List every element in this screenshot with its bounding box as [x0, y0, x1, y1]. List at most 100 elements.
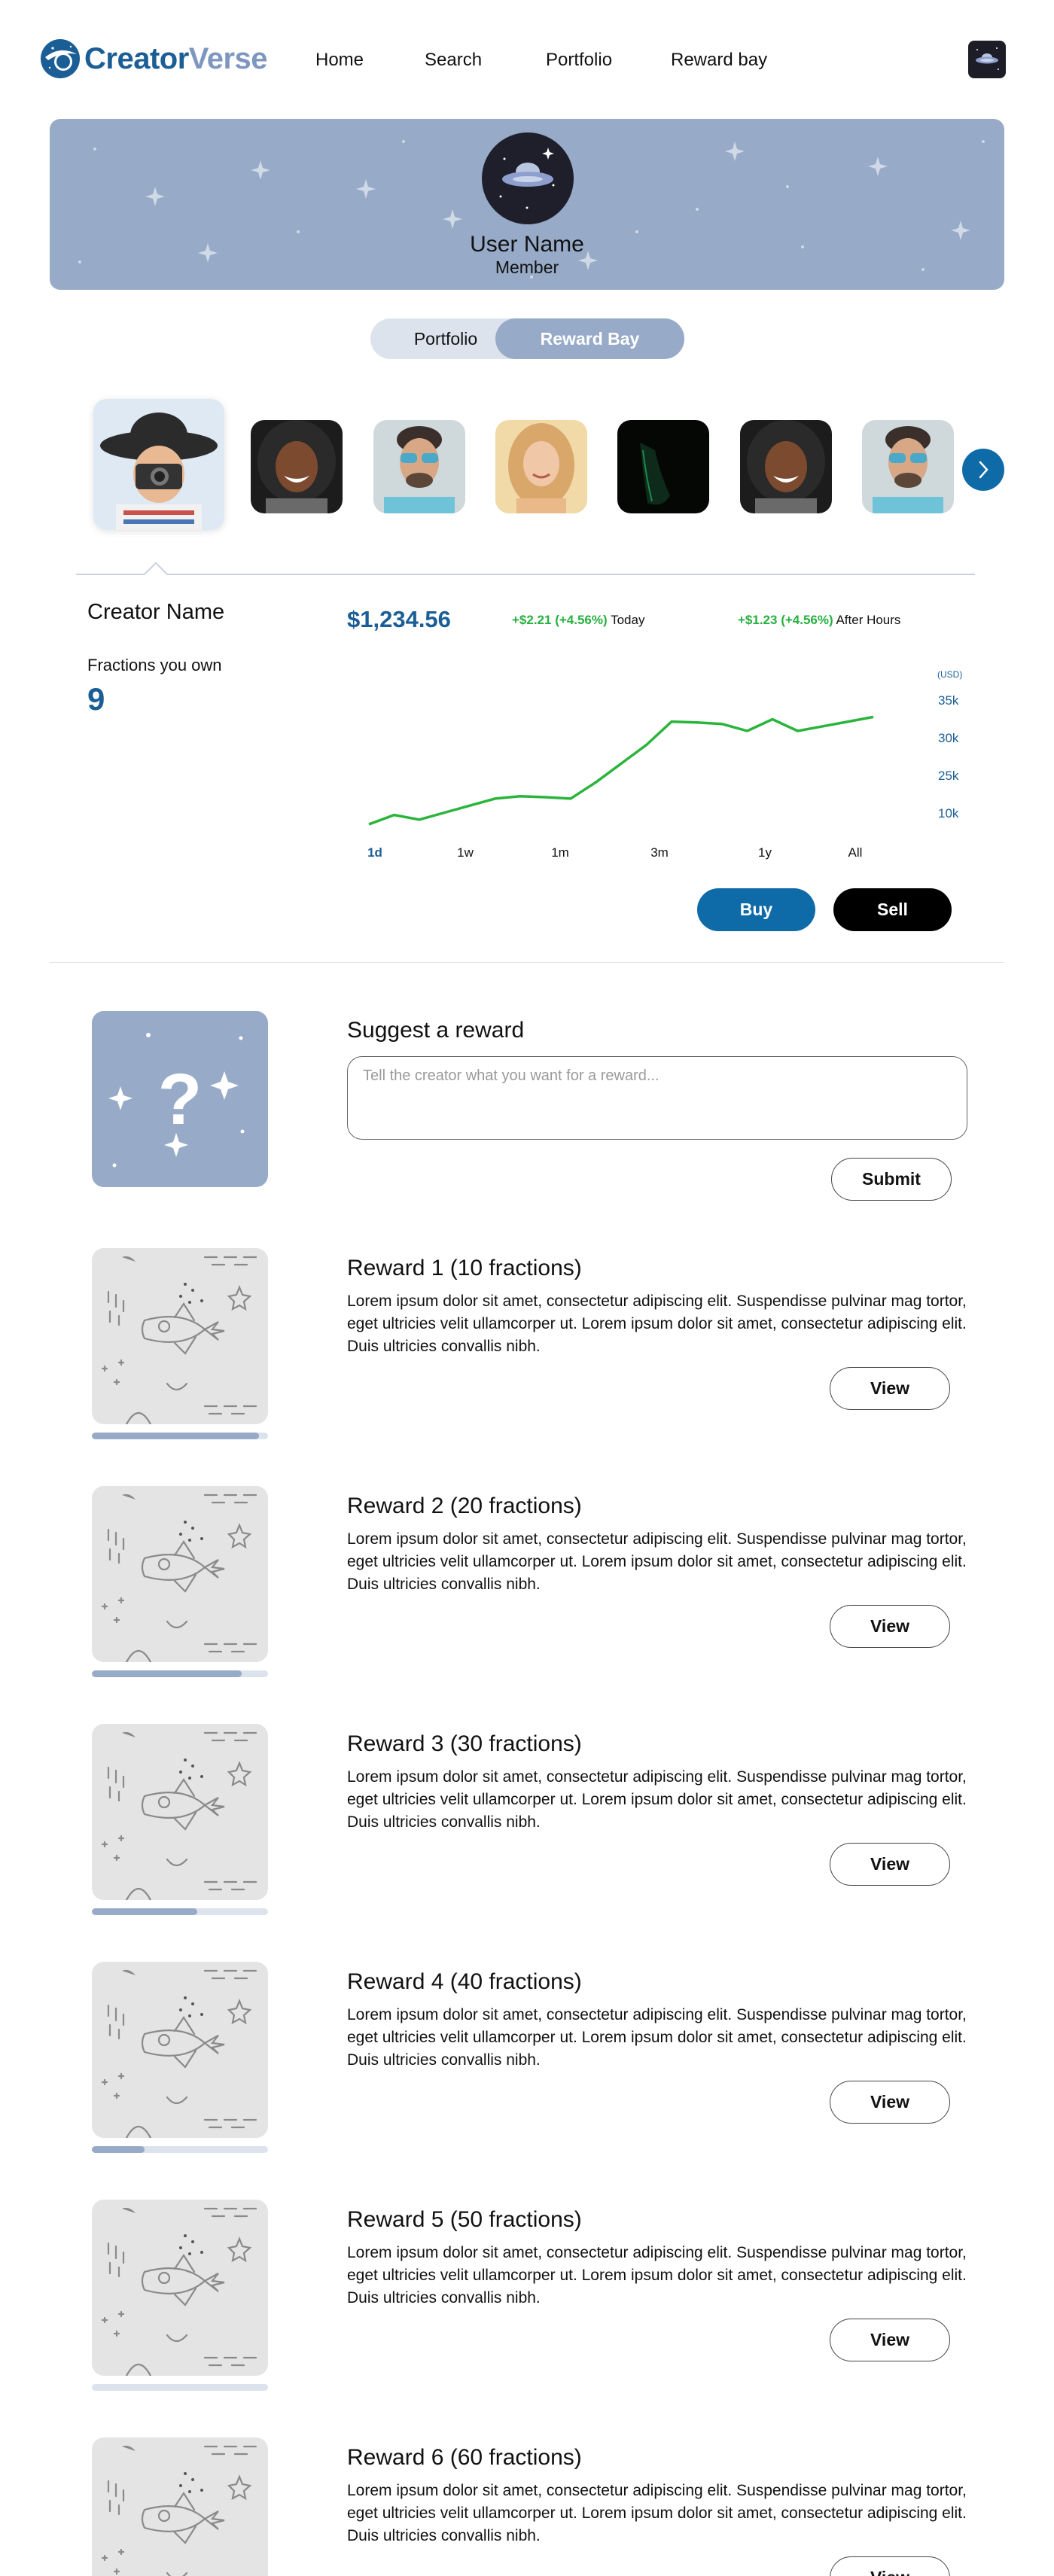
reward-title: Reward 1 (10 fractions) [347, 1256, 582, 1280]
carousel-next-button[interactable] [962, 449, 1004, 491]
range-3m-tab[interactable]: 3m [650, 845, 669, 860]
reward-image [92, 1962, 268, 2138]
reward-description: Lorem ipsum dolor sit amet, consectetur … [347, 2482, 967, 2544]
reward-progress-bar [92, 2146, 268, 2153]
view-reward-button[interactable]: View [830, 2556, 950, 2576]
reward-image [92, 1486, 268, 1662]
creator-man-sunglasses[interactable] [373, 420, 465, 513]
y-tick-label: 25k [938, 769, 959, 783]
brand-logo[interactable]: CreatorVerse [39, 38, 268, 80]
sell-button[interactable]: Sell [833, 888, 952, 931]
section-separator [50, 962, 1004, 963]
range-1y-tab[interactable]: 1y [758, 845, 772, 860]
creator-curly-hair-woman[interactable] [251, 420, 343, 513]
reward-title: Reward 4 (40 fractions) [347, 1969, 582, 1994]
rocket-illustration-icon [101, 2207, 257, 2376]
y-tick-label: 10k [938, 806, 959, 821]
view-reward-button[interactable]: View [830, 1843, 950, 1886]
creator-photo [617, 420, 709, 513]
after-hours-change-label: After Hours [836, 613, 901, 627]
reward-image [92, 2437, 268, 2576]
reward-description: Lorem ipsum dolor sit amet, consectetur … [347, 1293, 967, 1355]
avatar [482, 132, 574, 224]
buy-button[interactable]: Buy [697, 888, 815, 931]
creator-photo [93, 399, 224, 530]
chart-unit-label: (USD) [937, 669, 962, 680]
question-mark-icon: ? [108, 1033, 245, 1168]
rocket-illustration-icon [101, 1731, 257, 1900]
nav-portfolio[interactable]: Portfolio [546, 50, 612, 71]
creator-photo [373, 420, 465, 513]
reward-title: Reward 2 (20 fractions) [347, 1494, 582, 1518]
range-1m-tab[interactable]: 1m [551, 845, 569, 860]
rocket-illustration-icon [101, 1969, 257, 2138]
profile-banner: User Name Member [50, 119, 1004, 290]
planet-logo-icon [41, 39, 80, 78]
view-reward-button[interactable]: View [830, 1367, 950, 1410]
chevron-right-icon [979, 461, 989, 479]
selection-pointer [144, 562, 168, 586]
section-divider [76, 574, 975, 575]
profile-menu-button[interactable] [968, 41, 1006, 78]
nav-search[interactable]: Search [425, 50, 482, 71]
view-reward-button[interactable]: View [830, 2081, 950, 2124]
creator-dark-silhouette[interactable] [617, 420, 709, 513]
creator-man-sunglasses-2[interactable] [862, 420, 954, 513]
reward-title: Reward 6 (60 fractions) [347, 2445, 582, 2470]
creator-name: Creator Name [87, 600, 225, 624]
price-series-line [368, 715, 874, 826]
view-reward-button[interactable]: View [830, 1605, 950, 1648]
creator-blonde-woman[interactable] [495, 420, 587, 513]
rocket-illustration-icon [101, 1256, 257, 1424]
today-change-label: Today [611, 613, 645, 627]
user-name: User Name [470, 232, 584, 257]
nav-reward-bay[interactable]: Reward bay [671, 50, 767, 71]
user-role: Member [495, 257, 559, 277]
submit-button[interactable]: Submit [831, 1158, 952, 1201]
today-change: +$2.21 (+4.56%) Today [512, 613, 644, 628]
reward-title: Reward 3 (30 fractions) [347, 1731, 582, 1756]
reward-description: Lorem ipsum dolor sit amet, consectetur … [347, 2244, 967, 2307]
reward-image [92, 1248, 268, 1424]
view-toggle: Portfolio Reward Bay [370, 318, 684, 359]
rocket-illustration-icon [101, 2445, 257, 2576]
creator-photographer-hat[interactable] [93, 399, 224, 530]
suggest-reward-image: ? [92, 1011, 268, 1187]
reward-description: Lorem ipsum dolor sit amet, consectetur … [347, 1768, 967, 1831]
price-chart: (USD) 35k 30k 25k 10k 1d 1w 1m 3m 1y All [367, 669, 962, 860]
reward-progress-bar [92, 1433, 268, 1439]
today-change-value: +$2.21 (+4.56%) [512, 613, 608, 627]
reward-progress-bar [92, 1908, 268, 1915]
after-hours-change-value: +$1.23 (+4.56%) [738, 613, 833, 627]
tab-reward-bay[interactable]: Reward Bay [495, 318, 684, 359]
creator-curly-hair-woman-2[interactable] [740, 420, 832, 513]
reward-progress-fill [92, 2146, 145, 2153]
ufo-icon [976, 47, 999, 70]
creator-photo [495, 420, 587, 513]
reward-image [92, 2200, 268, 2376]
fractions-owned-label: Fractions you own [87, 656, 222, 674]
reward-progress-bar [92, 2384, 268, 2391]
y-tick-label: 30k [938, 731, 959, 745]
fractions-owned-value: 9 [87, 681, 105, 717]
view-reward-button[interactable]: View [830, 2319, 950, 2361]
suggest-reward-input[interactable] [347, 1056, 967, 1140]
reward-progress-fill [92, 1908, 198, 1915]
creator-photo [862, 420, 954, 513]
creator-photo [740, 420, 832, 513]
reward-title: Reward 5 (50 fractions) [347, 2207, 582, 2232]
reward-description: Lorem ipsum dolor sit amet, consectetur … [347, 2006, 967, 2069]
nav-home[interactable]: Home [315, 50, 364, 71]
range-all-tab[interactable]: All [848, 845, 863, 860]
brand-name: CreatorVerse [84, 41, 268, 75]
range-1d-tab[interactable]: 1d [367, 845, 382, 860]
creator-photo [251, 420, 343, 513]
rocket-illustration-icon [101, 1494, 257, 1662]
reward-progress-fill [92, 1433, 260, 1439]
range-1w-tab[interactable]: 1w [457, 845, 474, 860]
reward-progress-fill [92, 1670, 242, 1677]
after-hours-change: +$1.23 (+4.56%) After Hours [738, 613, 900, 628]
ufo-icon [499, 148, 555, 209]
creator-price: $1,234.56 [347, 606, 451, 632]
reward-description: Lorem ipsum dolor sit amet, consectetur … [347, 1530, 967, 1593]
